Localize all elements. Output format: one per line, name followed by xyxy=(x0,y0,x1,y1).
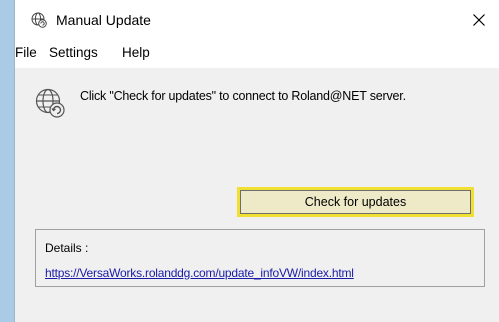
globe-refresh-icon xyxy=(35,88,65,118)
menu-file[interactable]: File xyxy=(15,45,37,60)
check-for-updates-button[interactable]: Check for updates xyxy=(237,187,474,217)
title-bar: Manual Update xyxy=(15,0,499,40)
details-label: Details : xyxy=(45,241,89,255)
instruction-message: Click "Check for updates" to connect to … xyxy=(80,89,406,103)
content-area: Click "Check for updates" to connect to … xyxy=(15,68,499,322)
close-button[interactable] xyxy=(459,0,499,40)
close-icon xyxy=(473,14,485,26)
menu-help[interactable]: Help xyxy=(122,45,150,60)
menu-bar: File Settings Help xyxy=(15,40,499,68)
manual-update-window: Manual Update File Settings Help Click "… xyxy=(14,0,499,322)
check-for-updates-label: Check for updates xyxy=(240,190,471,214)
details-link[interactable]: https://VersaWorks.rolanddg.com/update_i… xyxy=(45,266,354,280)
details-panel: Details : https://VersaWorks.rolanddg.co… xyxy=(35,229,485,287)
menu-settings[interactable]: Settings xyxy=(49,45,98,60)
globe-refresh-icon xyxy=(31,12,47,28)
window-title: Manual Update xyxy=(56,12,151,28)
